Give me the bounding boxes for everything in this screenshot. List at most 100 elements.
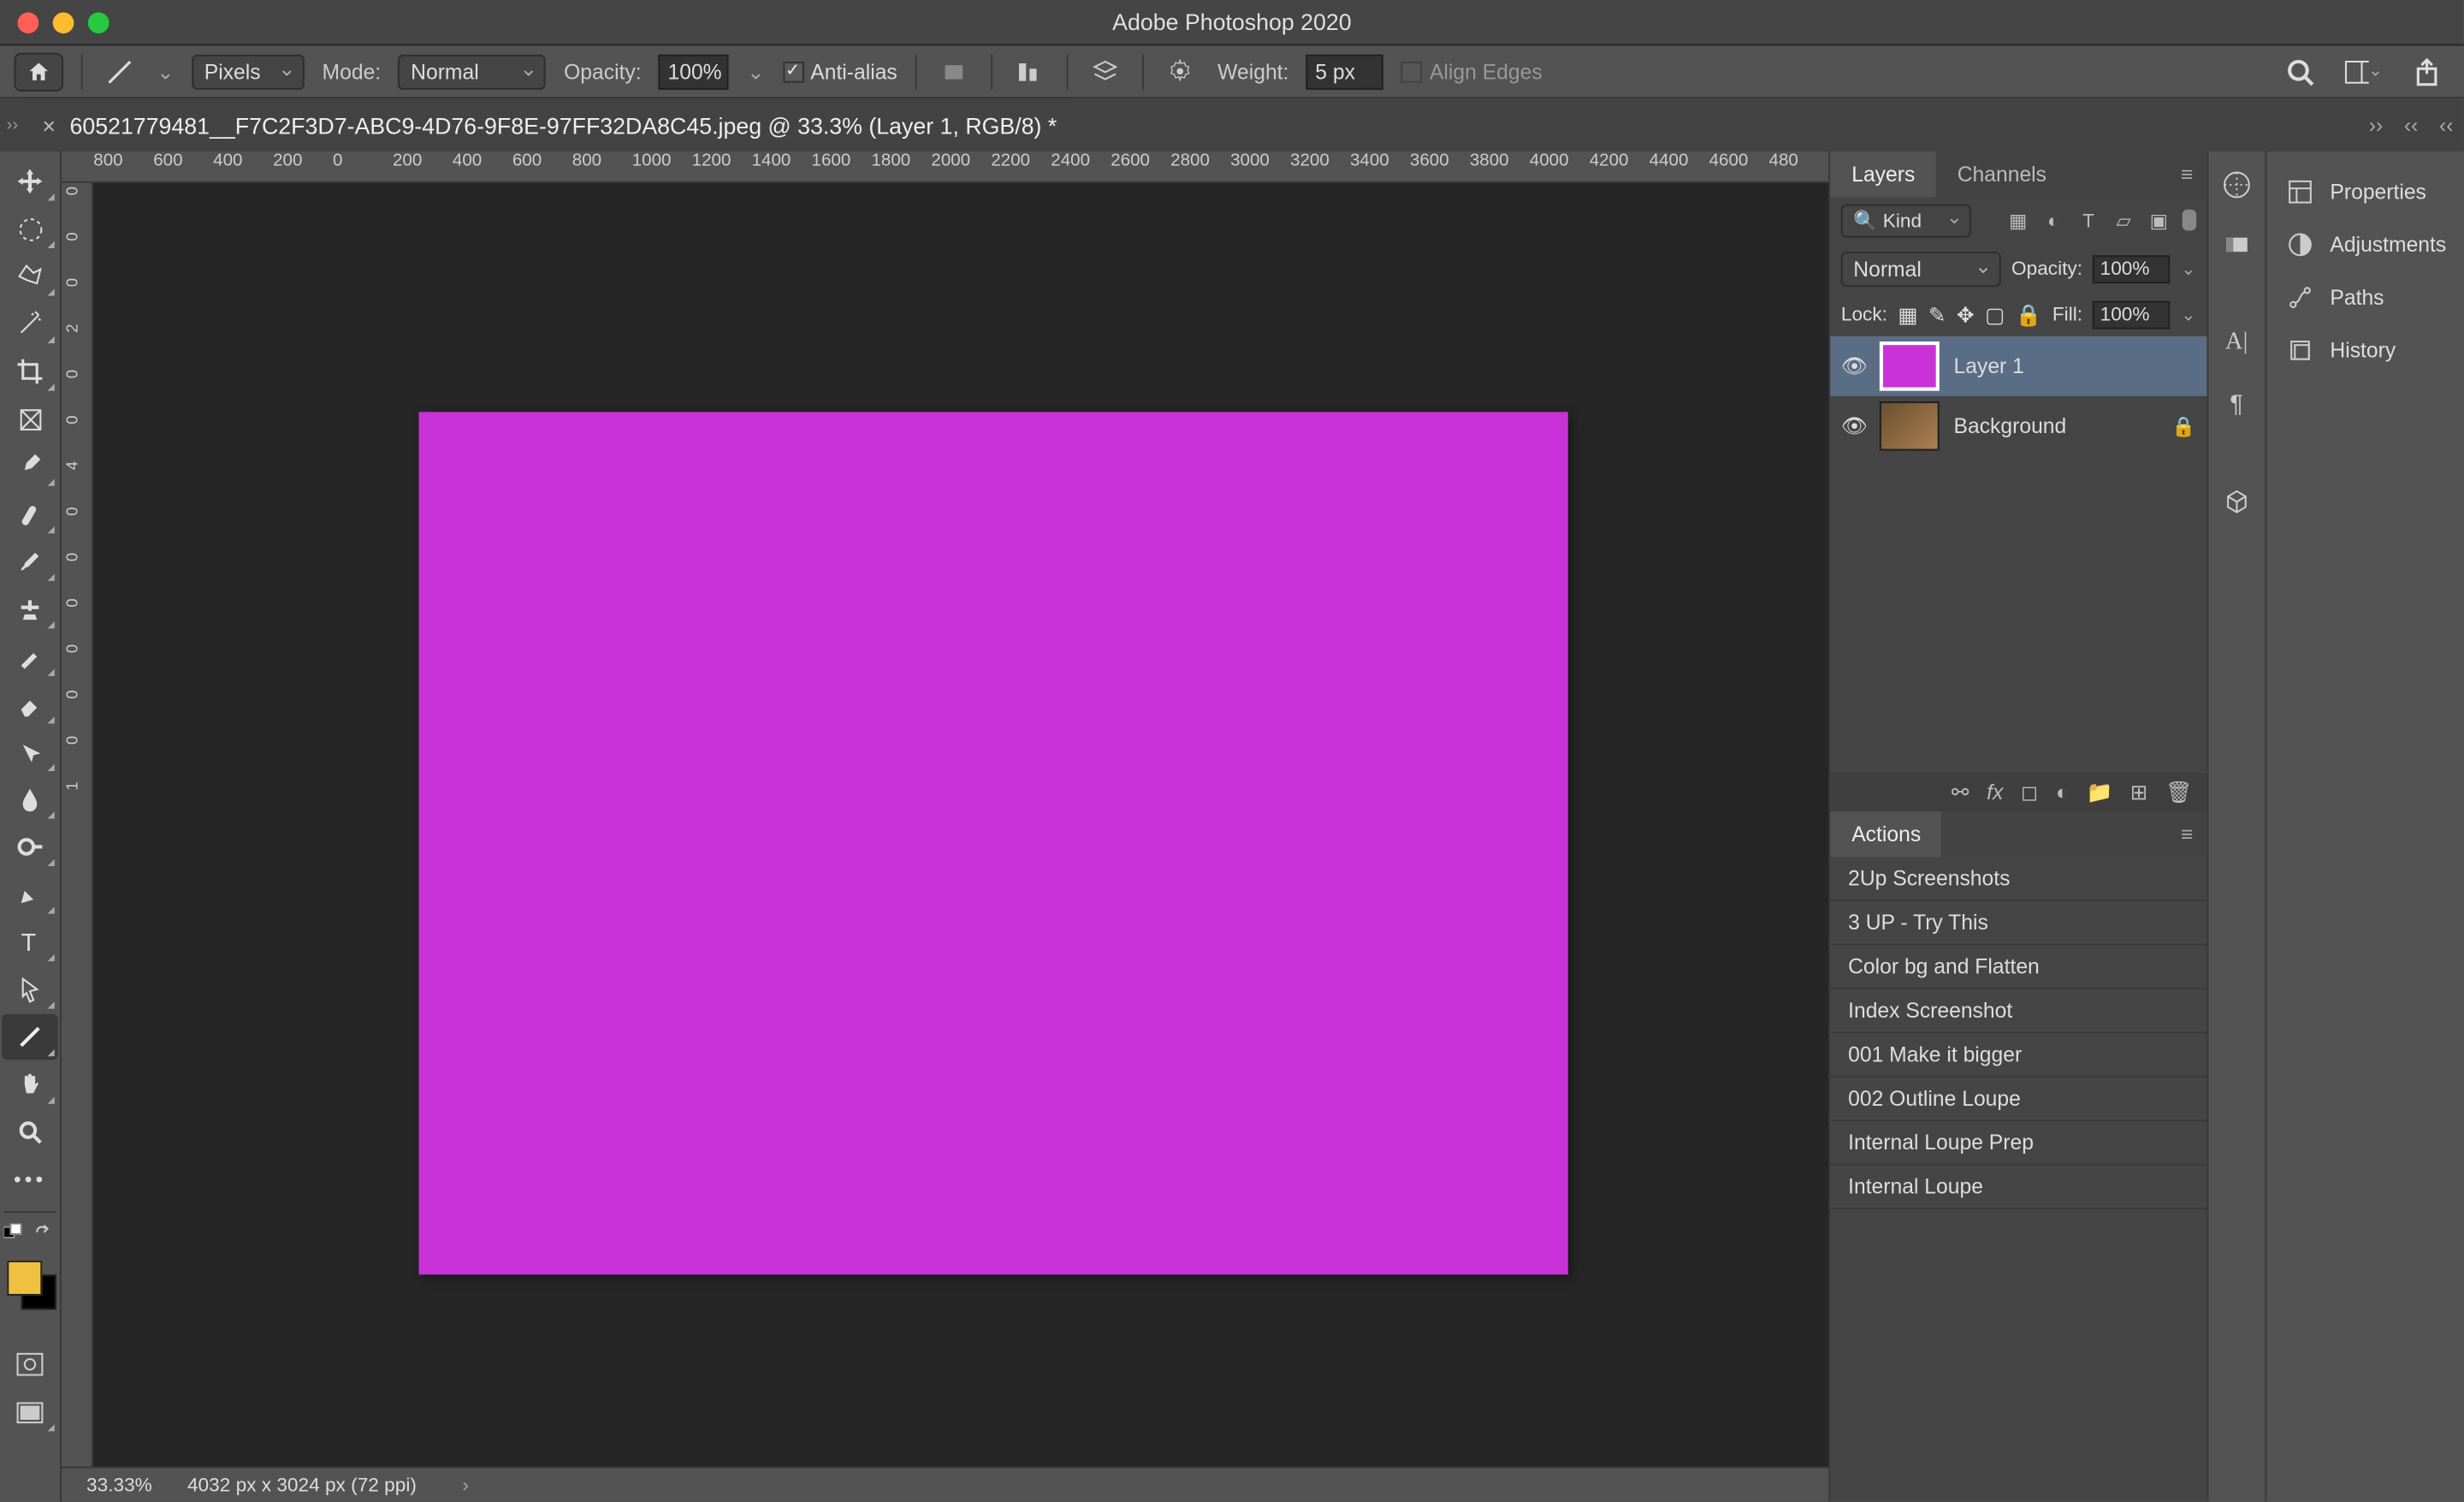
- edit-toolbar-icon[interactable]: •••: [2, 1156, 58, 1202]
- chevron-down-icon[interactable]: ⌄: [157, 59, 175, 84]
- chevron-down-icon[interactable]: ⌄: [747, 59, 765, 84]
- character-panel-icon[interactable]: A|: [2213, 320, 2259, 365]
- quickmask-icon[interactable]: [2, 1341, 58, 1386]
- window-close-button[interactable]: [18, 11, 39, 33]
- layer-name[interactable]: Layer 1: [1954, 353, 2024, 378]
- lock-position-icon[interactable]: ✥: [1957, 303, 1975, 328]
- tab-layers[interactable]: Layers: [1831, 151, 1936, 197]
- move-tool[interactable]: [2, 158, 58, 204]
- stack-icon[interactable]: [1086, 52, 1124, 91]
- healing-brush-tool[interactable]: [2, 491, 58, 537]
- home-button[interactable]: [14, 52, 63, 91]
- lock-transparency-icon[interactable]: ▦: [1898, 303, 1917, 328]
- line-shape-tool[interactable]: [2, 1014, 58, 1060]
- delete-layer-icon[interactable]: 🗑: [2165, 780, 2192, 804]
- dodge-tool[interactable]: [2, 824, 58, 870]
- filter-adjust-icon[interactable]: ◐: [2040, 209, 2065, 234]
- chevron-down-icon[interactable]: ⌄: [2181, 306, 2195, 325]
- vertical-ruler[interactable]: 00020040000001: [62, 183, 93, 1467]
- history-brush-tool[interactable]: [2, 634, 58, 680]
- chevron-down-icon[interactable]: ⌄: [2181, 259, 2195, 279]
- units-select[interactable]: Pixels: [192, 54, 305, 89]
- zoom-tool[interactable]: [2, 1109, 58, 1155]
- action-item[interactable]: Index Screenshot: [1831, 989, 2206, 1033]
- align-edges-checkbox[interactable]: Align Edges: [1401, 59, 1543, 84]
- foreground-color-swatch[interactable]: [7, 1261, 42, 1296]
- blend-mode-select[interactable]: Normal: [399, 54, 547, 89]
- link-layers-icon[interactable]: ⚯: [1952, 780, 1969, 804]
- search-icon[interactable]: [2281, 52, 2319, 91]
- collapse-panels-right-icon[interactable]: ‹‹: [2404, 113, 2418, 138]
- new-layer-icon[interactable]: ⊞: [2130, 780, 2148, 804]
- brush-tool[interactable]: [2, 538, 58, 584]
- panel-properties[interactable]: Properties: [2270, 165, 2460, 218]
- pen-tool[interactable]: [2, 871, 58, 917]
- lasso-tool[interactable]: [2, 253, 58, 299]
- action-item[interactable]: 001 Make it bigger: [1831, 1033, 2206, 1077]
- viewport[interactable]: [93, 183, 1828, 1467]
- layer-name[interactable]: Background: [1954, 413, 2067, 438]
- action-item[interactable]: 2Up Screenshots: [1831, 858, 2206, 901]
- panel-history[interactable]: History: [2270, 324, 2460, 377]
- window-minimize-button[interactable]: [53, 11, 74, 33]
- expand-toolbox-icon[interactable]: ››: [0, 98, 25, 151]
- blur-tool[interactable]: [2, 776, 58, 822]
- frame-tool[interactable]: [2, 396, 58, 442]
- align-icon[interactable]: [1010, 52, 1048, 91]
- marquee-tool[interactable]: [2, 206, 58, 252]
- horizontal-ruler[interactable]: 8006004002000200400600800100012001400160…: [62, 151, 1828, 183]
- color-panel-icon[interactable]: [2213, 162, 2259, 207]
- panel-menu-icon[interactable]: ≡: [2168, 811, 2206, 857]
- crop-tool[interactable]: [2, 348, 58, 394]
- layer-fx-icon[interactable]: fx: [1987, 780, 2003, 804]
- canvas[interactable]: [419, 412, 1568, 1274]
- layer-mask-icon[interactable]: ◻: [2021, 780, 2039, 804]
- default-colors-icon[interactable]: [3, 1231, 56, 1244]
- layer-opacity-input[interactable]: 100%: [2093, 255, 2171, 283]
- workspace-icon[interactable]: ⌄: [2344, 52, 2383, 91]
- lock-pixels-icon[interactable]: ✎: [1928, 303, 1946, 328]
- filter-pixel-icon[interactable]: ▦: [2005, 209, 2030, 234]
- layer-filter-select[interactable]: 🔍 Kind: [1841, 205, 1971, 238]
- 3d-panel-icon[interactable]: [2213, 479, 2259, 525]
- visibility-toggle-icon[interactable]: 👁: [1841, 353, 1866, 378]
- layer-fill-input[interactable]: 100%: [2093, 301, 2171, 329]
- clone-stamp-tool[interactable]: [2, 586, 58, 632]
- eyedropper-tool[interactable]: [2, 443, 58, 489]
- action-item[interactable]: Internal Loupe: [1831, 1166, 2206, 1209]
- layer-thumbnail[interactable]: [1880, 341, 1940, 391]
- action-item[interactable]: Internal Loupe Prep: [1831, 1121, 2206, 1165]
- antialias-checkbox[interactable]: Anti-alias: [782, 59, 897, 84]
- chevron-right-icon[interactable]: ›: [462, 1475, 469, 1496]
- window-zoom-button[interactable]: [88, 11, 110, 33]
- panel-paths[interactable]: Paths: [2270, 271, 2460, 324]
- collapse-right-icon[interactable]: ‹‹: [2439, 113, 2453, 138]
- eraser-tool[interactable]: [2, 681, 58, 727]
- type-tool[interactable]: T: [2, 919, 58, 965]
- layer-thumbnail[interactable]: [1880, 401, 1940, 451]
- weight-input[interactable]: 5 px: [1306, 54, 1384, 89]
- tab-channels[interactable]: Channels: [1936, 151, 2068, 197]
- document-tab[interactable]: × 60521779481__F7C2F3D7-ABC9-4D76-9F8E-9…: [25, 98, 1075, 151]
- adjustment-layer-icon[interactable]: ◐: [2056, 780, 2069, 804]
- color-swatches[interactable]: [3, 1257, 56, 1310]
- close-tab-icon[interactable]: ×: [42, 112, 56, 139]
- filter-smart-icon[interactable]: ▣: [2147, 209, 2171, 234]
- filter-toggle-icon[interactable]: [2182, 209, 2195, 230]
- panel-menu-icon[interactable]: ≡: [2168, 151, 2206, 197]
- tab-actions[interactable]: Actions: [1831, 811, 1942, 857]
- layer-blend-mode-select[interactable]: Normal: [1841, 252, 2001, 287]
- filter-type-icon[interactable]: T: [2076, 209, 2101, 234]
- opacity-input[interactable]: 100%: [659, 54, 729, 89]
- layer-row[interactable]: 👁 Background 🔒: [1831, 396, 2206, 456]
- path-select-tool[interactable]: [2, 966, 58, 1012]
- zoom-level[interactable]: 33.33%: [86, 1475, 152, 1496]
- paragraph-panel-icon[interactable]: ¶: [2213, 380, 2259, 425]
- document-dimensions[interactable]: 4032 px x 3024 px (72 ppi): [187, 1475, 417, 1496]
- screen-mode-icon[interactable]: [2, 1389, 58, 1434]
- panel-adjustments[interactable]: Adjustments: [2270, 218, 2460, 271]
- share-icon[interactable]: [2408, 52, 2446, 91]
- lock-all-icon[interactable]: 🔒: [2016, 303, 2042, 328]
- gear-icon[interactable]: [1161, 52, 1199, 91]
- lock-artboard-icon[interactable]: ▢: [1985, 303, 2005, 328]
